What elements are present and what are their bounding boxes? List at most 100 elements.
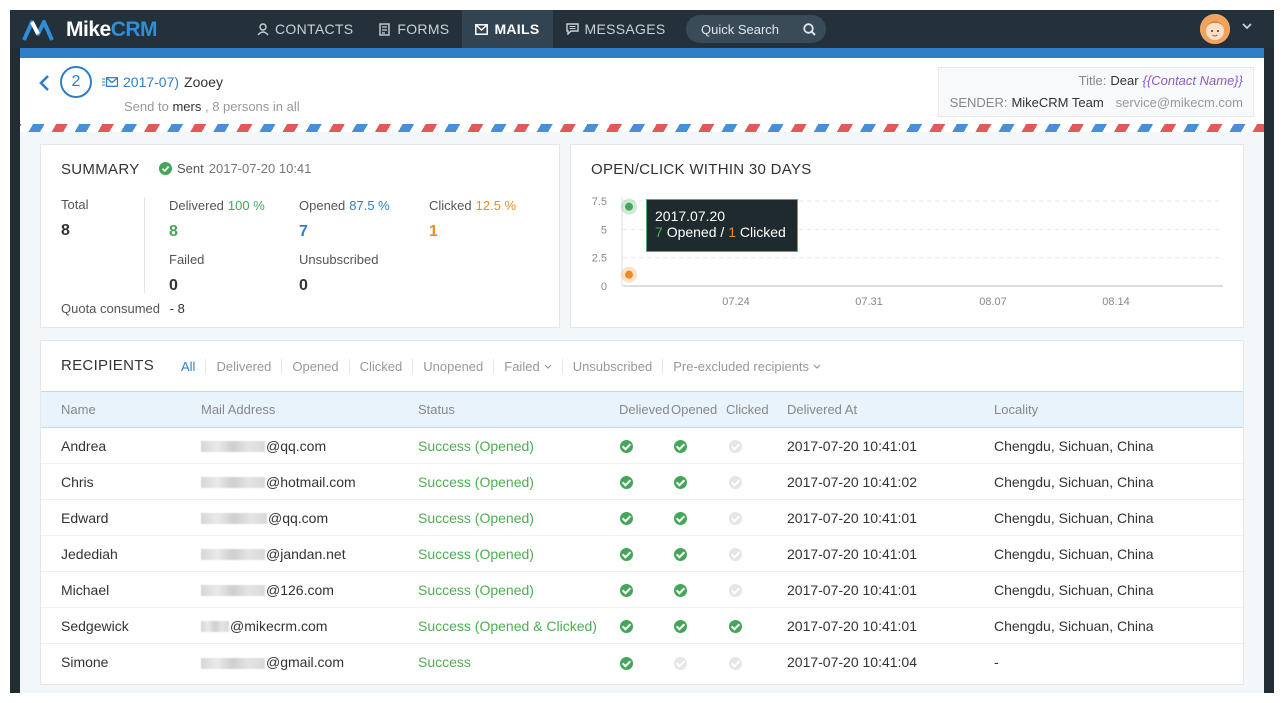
opened-label: Opened xyxy=(299,198,346,213)
stat-clicked[interactable]: Clicked 12.5 % 1 xyxy=(429,198,516,241)
delivered-at: 2017-07-20 10:41:01 xyxy=(787,581,917,598)
filter-all[interactable]: All xyxy=(171,359,205,374)
table-row[interactable]: Sedgewick @mikecrm.com Success (Opened & C… xyxy=(41,608,1243,644)
col-opened[interactable]: Opened xyxy=(671,392,726,428)
delivered-at: 2017-07-20 10:41:01 xyxy=(787,509,917,526)
nav-forms[interactable]: FORMS xyxy=(366,10,462,48)
check-circle-icon xyxy=(620,656,633,670)
nav-contacts[interactable]: CONTACTS xyxy=(244,10,366,48)
summary-divider xyxy=(144,197,145,293)
c-cell xyxy=(726,536,779,572)
check-circle-icon xyxy=(159,162,172,175)
mail-domain: @jandan.net xyxy=(266,545,346,562)
mail-title: 2017-07) Zooey xyxy=(102,74,223,90)
check-circle-icon xyxy=(729,512,742,526)
table-row[interactable]: Michael @126.com Success (Opened) 2017-07-2… xyxy=(41,572,1243,608)
stat-unsubscribed[interactable]: Unsubscribed 0 xyxy=(299,252,379,295)
avatar[interactable] xyxy=(1200,14,1230,44)
back-arrow-icon[interactable] xyxy=(38,74,50,92)
filter-opened[interactable]: Opened xyxy=(281,359,348,374)
recipient-filters: All Delivered Opened Clicked Unopened Fa… xyxy=(171,359,831,374)
filter-pre-excluded-label: Pre-excluded recipients xyxy=(673,359,810,374)
filter-delivered[interactable]: Delivered xyxy=(205,359,281,374)
recipient-mail: @126.com xyxy=(201,572,418,608)
filter-clicked[interactable]: Clicked xyxy=(348,359,413,374)
quota-label: Quota consumed xyxy=(61,301,161,316)
check-circle-icon xyxy=(729,548,742,562)
x-tick-label: 08.07 xyxy=(979,296,1007,308)
filter-unopened[interactable]: Unopened xyxy=(412,359,493,374)
col-mail[interactable]: Mail Address xyxy=(201,392,418,428)
clicked-pct: 12.5 % xyxy=(475,198,517,213)
check-circle-icon xyxy=(729,440,742,454)
recipient-status: Success (Opened) xyxy=(418,545,534,562)
tooltip-opened: 7 xyxy=(655,224,663,240)
recipient-name[interactable]: Michael xyxy=(41,572,201,608)
main-nav: CONTACTS FORMS MAILS MESSAGES xyxy=(244,10,678,48)
filter-failed[interactable]: Failed xyxy=(493,359,561,374)
recipient-name[interactable]: Sedgewick xyxy=(41,608,201,644)
stat-delivered[interactable]: Delivered 100 % 8 xyxy=(169,198,265,241)
nav-messages[interactable]: MESSAGES xyxy=(553,10,679,48)
c-cell xyxy=(726,500,779,536)
mail-domain: @gmail.com xyxy=(266,653,345,670)
table-row[interactable]: Andrea @qq.com Success (Opened) 2017-07-20 … xyxy=(41,428,1243,464)
redacted-mail xyxy=(201,621,229,633)
mail-icon xyxy=(102,77,118,87)
filter-pre-excluded[interactable]: Pre-excluded recipients xyxy=(662,359,831,374)
tooltip-values: 7 Opened / 1 Clicked xyxy=(655,224,789,240)
opened-value: 7 xyxy=(299,223,308,240)
table-row[interactable]: Jedediah @jandan.net Success (Opened) 2017-… xyxy=(41,536,1243,572)
chart-tooltip: 2017.07.20 7 Opened / 1 Clicked xyxy=(646,199,798,252)
logo[interactable]: MikeCRM xyxy=(22,16,158,44)
redacted-mail xyxy=(201,549,265,561)
recipient-name[interactable]: Jedediah xyxy=(41,536,201,572)
nav-messages-label: MESSAGES xyxy=(584,21,666,37)
logo-mark-icon xyxy=(22,20,54,41)
table-row[interactable]: Simone @gmail.com Success 2017-07-20 10:41:… xyxy=(41,644,1243,680)
clicked-label: Clicked xyxy=(429,198,472,213)
sender-email: service@mikecm.com xyxy=(1115,95,1243,110)
mail-date[interactable]: 2017-07) xyxy=(123,74,179,90)
check-circle-icon xyxy=(620,584,633,598)
search-input[interactable]: Quick Search xyxy=(686,15,826,43)
stat-opened[interactable]: Opened 87.5 % 7 xyxy=(299,198,390,241)
opened-point xyxy=(625,202,633,211)
search-icon[interactable] xyxy=(803,22,816,36)
col-status[interactable]: Status xyxy=(418,392,618,428)
tooltip-opened-label: Opened / xyxy=(666,224,725,240)
recipient-name[interactable]: Andrea xyxy=(41,428,201,464)
check-circle-icon xyxy=(674,620,687,634)
title-row: Title: Dear {{Contact Name}} xyxy=(1079,73,1243,88)
recipient-name[interactable]: Chris xyxy=(41,464,201,500)
title-label: Title: xyxy=(1078,73,1107,88)
recipient-name[interactable]: Simone xyxy=(41,644,201,680)
title-value: Dear xyxy=(1110,73,1139,88)
top-navbar: MikeCRM CONTACTS FORMS MAILS MESSAGES Qu… xyxy=(10,10,1274,48)
col-locality[interactable]: Locality xyxy=(994,392,1243,428)
chevron-down-icon[interactable] xyxy=(1242,23,1252,30)
c-cell xyxy=(726,608,779,644)
locality: Chengdu, Sichuan, China xyxy=(994,473,1154,490)
col-clicked[interactable]: Clicked xyxy=(726,392,779,428)
col-name[interactable]: Name xyxy=(41,392,201,428)
delivered-at: 2017-07-20 10:41:01 xyxy=(787,545,917,562)
nav-mails-label: MAILS xyxy=(494,21,540,37)
check-circle-icon xyxy=(620,548,633,562)
mail-name: Zooey xyxy=(184,74,223,90)
recipient-mail: @qq.com xyxy=(201,500,418,536)
recipient-mail: @qq.com xyxy=(201,428,418,464)
table-row[interactable]: Edward @qq.com Success (Opened) 2017-07-20 … xyxy=(41,500,1243,536)
stat-failed[interactable]: Failed 0 xyxy=(169,252,204,295)
recipient-name[interactable]: Edward xyxy=(41,500,201,536)
d-cell xyxy=(618,536,671,572)
nav-contacts-label: CONTACTS xyxy=(275,21,354,37)
mail-domain: @hotmail.com xyxy=(266,473,356,490)
nav-mails[interactable]: MAILS xyxy=(462,10,553,48)
filter-unsubscribed[interactable]: Unsubscribed xyxy=(561,359,663,374)
table-row[interactable]: Chris @hotmail.com Success (Opened) 2017-07… xyxy=(41,464,1243,500)
table-header: Name Mail Address Status Delieved Opened… xyxy=(41,391,1243,428)
col-delivered-at[interactable]: Delivered At xyxy=(779,392,994,428)
col-delivered[interactable]: Delieved xyxy=(618,392,671,428)
total-label: Total xyxy=(61,197,89,212)
